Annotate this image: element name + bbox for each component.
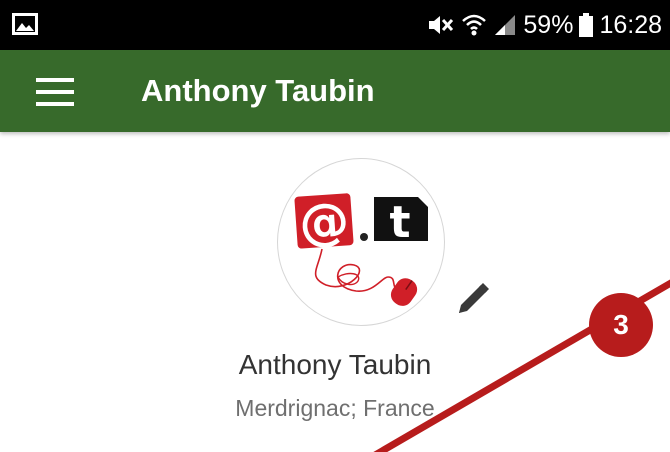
annotation-badge: 3 xyxy=(589,293,653,357)
svg-text:@: @ xyxy=(297,191,351,252)
profile-location: Merdrignac; France xyxy=(235,395,435,421)
mute-icon xyxy=(427,13,455,37)
status-bar: 59% 16:28 xyxy=(0,0,670,50)
clock: 16:28 xyxy=(599,10,662,39)
profile-name: Anthony Taubin xyxy=(238,349,432,380)
battery-icon xyxy=(579,13,594,37)
pencil-icon xyxy=(459,283,489,313)
svg-text:t: t xyxy=(389,197,410,248)
image-icon xyxy=(12,13,42,37)
wifi-icon xyxy=(461,12,487,38)
avatar[interactable]: @ t xyxy=(277,158,445,326)
hamburger-menu-icon xyxy=(36,78,74,106)
edit-profile-button[interactable] xyxy=(449,275,497,323)
page-title: Anthony Taubin xyxy=(141,73,375,108)
battery-text: 59% xyxy=(523,10,574,39)
menu-button[interactable] xyxy=(26,70,84,114)
signal-icon xyxy=(493,13,517,37)
status-icons: 59% 16:28 xyxy=(427,0,662,50)
app-bar: Anthony Taubin xyxy=(0,50,670,132)
